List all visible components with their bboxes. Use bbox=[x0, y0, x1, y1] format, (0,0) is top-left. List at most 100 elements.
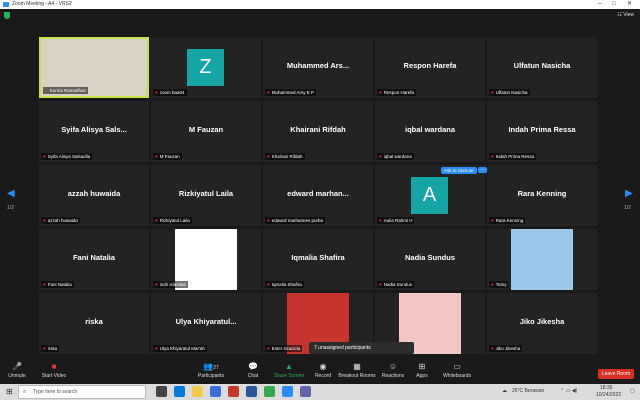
breakout-rooms-button[interactable]: ▦ Breakout Rooms bbox=[338, 362, 376, 379]
unmute-label: Unmute bbox=[8, 373, 26, 379]
reactions-label: Reactions bbox=[381, 373, 405, 379]
leave-room-button[interactable]: Leave Room bbox=[598, 369, 634, 379]
store-icon[interactable] bbox=[210, 386, 221, 397]
participant-display-name: Iqmalia Shafira bbox=[291, 253, 345, 262]
muted-mic-icon: ● bbox=[491, 346, 494, 351]
participant-display-name: Jiko Jikesha bbox=[519, 317, 565, 326]
participant-tile[interactable]: Khairani Rifdah ● Khairani Rifdah bbox=[263, 101, 373, 162]
view-button[interactable]: ☷ View bbox=[617, 12, 634, 18]
more-options-button[interactable]: ··· bbox=[478, 167, 487, 173]
share-screen-button[interactable]: ▲ Share Screen bbox=[273, 362, 305, 379]
participant-name-label: ● Fani Natalia bbox=[41, 281, 74, 288]
clock-date: 10/24/2022 bbox=[596, 392, 622, 398]
participant-name-label: ● Jiko Jikesha bbox=[489, 345, 523, 352]
muted-mic-icon: ● bbox=[267, 90, 270, 95]
unmute-button[interactable]: 🎤 Unmute bbox=[6, 362, 28, 379]
participant-tile[interactable]: riska ● riska bbox=[39, 293, 149, 354]
participants-label: Participants bbox=[197, 373, 225, 379]
participant-label-text: Rizkiyatul Laila bbox=[159, 218, 190, 223]
share-screen-icon: ▲ bbox=[285, 362, 293, 371]
ask-to-unmute-button[interactable]: Ask to Unmute bbox=[441, 167, 477, 174]
task-view-icon[interactable] bbox=[156, 386, 167, 397]
participant-tile[interactable]: Muhammed Ars... ● Muhammed Arsy E P bbox=[263, 37, 373, 98]
participant-tile[interactable]: ● Tomy bbox=[487, 229, 597, 290]
next-page-arrow-icon[interactable]: ▶ bbox=[625, 188, 633, 199]
video-off-icon: ■ bbox=[51, 362, 57, 371]
muted-mic-icon: ● bbox=[491, 218, 494, 223]
chat-button[interactable]: 💬 Chat bbox=[244, 362, 262, 379]
participant-label-text: Iqmalia Shafira bbox=[271, 282, 302, 287]
whiteboards-icon: ▭ bbox=[453, 362, 461, 371]
participant-tile[interactable]: Indah Prima Ressa ● Indah Prima Ressa bbox=[487, 101, 597, 162]
zoom-taskbar-icon[interactable] bbox=[282, 386, 293, 397]
breakout-rooms-icon: ▦ bbox=[353, 362, 361, 371]
apps-button[interactable]: ⊞ Apps bbox=[413, 362, 431, 379]
participant-name-label: ● Syifa Alisya Salsadila bbox=[41, 153, 93, 160]
weather-icon: ☁ bbox=[502, 388, 507, 394]
maximize-icon[interactable]: □ bbox=[612, 0, 616, 9]
participant-name-label: ● Iqmalia Shafira bbox=[265, 281, 304, 288]
participant-tile[interactable]: Jiko Jikesha ● Jiko Jikesha bbox=[487, 293, 597, 354]
participant-video bbox=[511, 229, 573, 290]
office-icon[interactable] bbox=[228, 386, 239, 397]
participant-tile[interactable]: Ulfatun Nasicha ● Ulfatun Nasicha bbox=[487, 37, 597, 98]
participant-tile[interactable]: Nadia Sundus ● Nadia Sundus bbox=[375, 229, 485, 290]
participant-name-label: ● M Fauzan bbox=[153, 153, 182, 160]
record-label: Record bbox=[314, 373, 332, 379]
security-shield-icon[interactable] bbox=[4, 12, 10, 19]
edge-icon[interactable] bbox=[174, 386, 185, 397]
participant-label-text: Fani Natalia bbox=[47, 282, 72, 287]
reactions-button[interactable]: ☺ Reactions bbox=[381, 362, 405, 379]
zoom-logo-icon bbox=[3, 2, 9, 7]
participant-tile[interactable]: Syifa Alisya Sals... ● Syifa Alisya Salsad… bbox=[39, 101, 149, 162]
participant-tile[interactable]: edward marhan... ● edward marhannes purba bbox=[263, 165, 373, 226]
participant-name-label: ● Rara Kenning bbox=[489, 217, 526, 224]
teams-icon[interactable] bbox=[300, 386, 311, 397]
close-icon[interactable]: ✕ bbox=[627, 0, 632, 9]
start-video-label: Start Video bbox=[41, 373, 67, 379]
muted-mic-icon: ● bbox=[379, 218, 382, 223]
participant-tile[interactable]: Fani Natalia ● Fani Natalia bbox=[39, 229, 149, 290]
participant-tile[interactable]: azzah huwaida ● azzah huwaida bbox=[39, 165, 149, 226]
prev-page-arrow-icon[interactable]: ◀ bbox=[7, 188, 15, 199]
taskbar-search-input[interactable]: ⌕ Type here to search bbox=[18, 385, 146, 399]
participant-tile[interactable]: M Fauzan ● M Fauzan bbox=[151, 101, 261, 162]
participant-label-text: iqbal wardana bbox=[383, 154, 412, 159]
participant-tile[interactable]: Respon Harefa ● Respon Harefa bbox=[375, 37, 485, 98]
muted-mic-icon: ● bbox=[43, 154, 46, 159]
participants-icon: 👥27 bbox=[203, 362, 219, 371]
windows-start-icon[interactable]: ⊞ bbox=[6, 387, 15, 396]
whiteboards-label: Whiteboards bbox=[442, 373, 472, 379]
participant-tile[interactable]: Z ● zoom baa04 bbox=[151, 37, 261, 98]
tray-icons[interactable]: ⌃ ▭ ◀) bbox=[560, 388, 577, 394]
participant-name-label: ● edward marhannes purba bbox=[265, 217, 326, 224]
participant-tile[interactable]: Iqmalia Shafira ● Iqmalia Shafira bbox=[263, 229, 373, 290]
participant-tile[interactable]: Rara Kenning ● Rara Kenning bbox=[487, 165, 597, 226]
participant-tile[interactable]: Ulya Khiyaratul... ● Ulya Khiyaratul Mar'a… bbox=[151, 293, 261, 354]
participant-display-name: Respon Harefa bbox=[403, 61, 457, 70]
participant-avatar: A bbox=[411, 177, 448, 214]
muted-mic-icon: ● bbox=[43, 282, 46, 287]
participant-tile[interactable]: iqbal wardana ● iqbal wardana bbox=[375, 101, 485, 162]
start-video-button[interactable]: ■ Start Video bbox=[40, 362, 68, 379]
participant-label-text: zoom baa04 bbox=[159, 90, 185, 95]
participant-tile[interactable]: A ● Aulia Rahmi H bbox=[375, 165, 485, 226]
minimize-icon[interactable]: – bbox=[598, 0, 601, 9]
participant-name-label: ● zoom baa04 bbox=[153, 89, 187, 96]
word-icon[interactable] bbox=[246, 386, 257, 397]
record-button[interactable]: ◉ Record bbox=[313, 362, 333, 379]
whiteboards-button[interactable]: ▭ Whiteboards bbox=[442, 362, 472, 379]
participant-tile[interactable]: ● Kurnia Ramadhan bbox=[39, 37, 149, 98]
participant-label-text: Nadia Sundus bbox=[383, 282, 412, 287]
file-explorer-icon[interactable] bbox=[192, 386, 203, 397]
notifications-icon[interactable]: ▢ bbox=[630, 388, 635, 394]
apps-label: Apps bbox=[416, 373, 428, 379]
participant-tile[interactable]: ● indri islamiati bbox=[151, 229, 261, 290]
participant-label-text: Aulia Rahmi H bbox=[383, 218, 413, 223]
participant-label-text: Jiko Jikesha bbox=[495, 346, 521, 351]
participants-button[interactable]: 👥27 Participants bbox=[197, 362, 225, 379]
share-screen-label: Share Screen bbox=[273, 373, 305, 379]
chrome-icon[interactable] bbox=[264, 386, 275, 397]
participant-tile[interactable]: Rizkiyatul Laila ● Rizkiyatul Laila bbox=[151, 165, 261, 226]
participant-label-text: Indah Prima Ressa bbox=[495, 154, 534, 159]
